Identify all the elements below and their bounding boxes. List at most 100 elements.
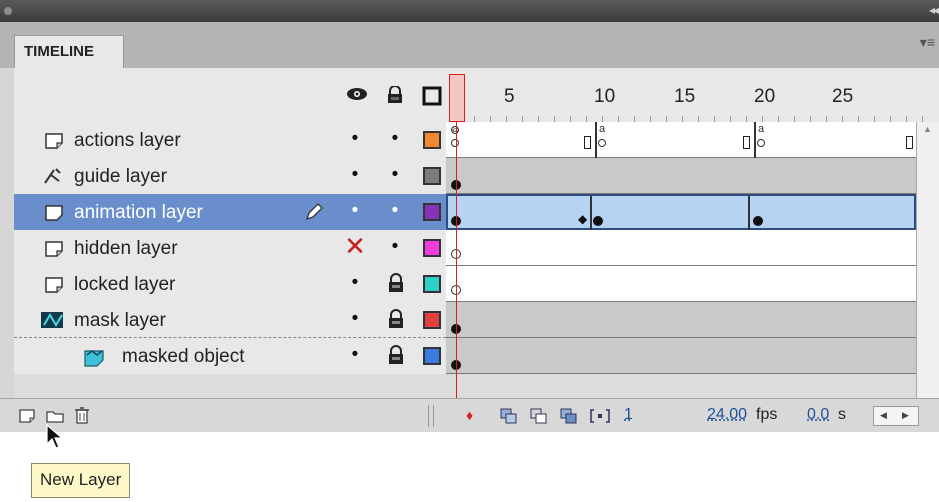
seconds-label: s (838, 406, 846, 423)
lock-icon[interactable] (387, 345, 405, 365)
panel-titlebar[interactable]: ◂◂ (0, 0, 939, 22)
timeline-header: 1 5 10 15 20 25 (14, 68, 939, 122)
frame-track[interactable]: a a a (446, 122, 916, 158)
elapsed-time[interactable]: 0.0 (807, 406, 829, 424)
outline-color-swatch[interactable] (423, 239, 441, 257)
visibility-toggle[interactable]: • (344, 128, 366, 150)
frame-track[interactable] (446, 302, 916, 338)
layer-row-actions[interactable]: actions layer • • a a a (14, 122, 939, 158)
layer-icon (45, 205, 63, 221)
frame-track[interactable] (446, 266, 916, 302)
timeline-panel: ◂◂ TIMELINE ▾≡ 1 5 10 15 20 25 (0, 0, 939, 432)
scroll-left-icon[interactable]: ◀ (880, 410, 887, 421)
layer-icon (45, 277, 63, 293)
tween-marker: ◆ (578, 212, 588, 226)
frame-number: 5 (504, 86, 515, 107)
frame-track[interactable] (446, 230, 916, 266)
outline-color-swatch[interactable] (423, 311, 441, 329)
frame-span-end[interactable] (584, 136, 591, 149)
edit-multiple-frames-icon[interactable] (560, 408, 578, 424)
visibility-toggle[interactable]: • (344, 308, 366, 330)
layer-row-locked[interactable]: locked layer • (14, 266, 939, 302)
lock-icon[interactable] (386, 86, 404, 104)
mask-icon (41, 312, 63, 328)
layer-row-masked-object[interactable]: masked object • (14, 338, 939, 374)
keyframe-boundary (595, 122, 597, 158)
keyframe-empty[interactable] (598, 139, 606, 147)
playhead-line (456, 122, 457, 402)
delete-layer-icon[interactable] (74, 406, 90, 424)
playhead-handle[interactable] (449, 74, 465, 122)
panel-menu-icon[interactable]: ▾≡ (920, 34, 935, 51)
layer-name[interactable]: masked object (122, 346, 245, 368)
pencil-icon (305, 203, 323, 221)
center-frame-icon[interactable]: ♦ (466, 407, 473, 423)
lock-icon[interactable] (387, 309, 405, 329)
scroll-up-icon[interactable]: ▲ (923, 124, 932, 134)
frame-number: 15 (674, 86, 696, 107)
frame-track[interactable] (446, 338, 916, 374)
current-frame[interactable]: 1 (624, 406, 633, 424)
keyframe[interactable] (593, 216, 603, 226)
guide-icon (44, 168, 61, 184)
frame-rate[interactable]: 24.00 (707, 406, 747, 424)
outline-color-swatch[interactable] (423, 203, 441, 221)
timeline-bottom-bar: ♦ 1 24.00 fps 0.0 s ◀ ▶ (0, 398, 939, 432)
outline-color-swatch[interactable] (423, 167, 441, 185)
keyframe-boundary (748, 196, 750, 232)
frame-span-end[interactable] (906, 136, 913, 149)
frame-track[interactable]: ◆ (446, 194, 916, 232)
fps-label: fps (756, 406, 778, 423)
layer-row-animation[interactable]: animation layer • • ◆ (14, 194, 939, 232)
hidden-x-icon[interactable]: ✕ (344, 231, 366, 262)
modify-onion-markers-icon[interactable] (590, 408, 610, 424)
lock-icon[interactable] (387, 273, 405, 293)
empty-row (14, 374, 939, 398)
onion-skin-icon[interactable] (500, 408, 518, 424)
layer-name[interactable]: actions layer (74, 130, 181, 152)
keyframe-empty[interactable] (757, 139, 765, 147)
layer-name[interactable]: mask layer (74, 310, 166, 332)
keyframe[interactable] (753, 216, 763, 226)
frame-track[interactable] (446, 158, 916, 194)
mouse-cursor-icon (46, 423, 64, 449)
layer-row-mask[interactable]: mask layer • (14, 302, 939, 338)
frame-number: 10 (594, 86, 616, 107)
outline-color-swatch[interactable] (423, 347, 441, 365)
outline-icon[interactable] (422, 86, 442, 106)
splitter-handle[interactable] (428, 405, 434, 427)
vertical-scrollbar[interactable]: ▲ ▼ (916, 122, 939, 412)
visibility-toggle[interactable]: • (344, 272, 366, 294)
lock-toggle[interactable]: • (384, 164, 406, 186)
lock-toggle[interactable]: • (384, 128, 406, 150)
new-layer-icon[interactable] (18, 408, 36, 424)
layer-row-hidden[interactable]: hidden layer ✕ • (14, 230, 939, 266)
lock-toggle[interactable]: • (384, 236, 406, 258)
action-label: a (758, 123, 765, 135)
frame-span-end[interactable] (743, 136, 750, 149)
close-icon[interactable] (4, 7, 12, 15)
onion-skin-outlines-icon[interactable] (530, 408, 548, 424)
visibility-toggle[interactable]: • (344, 344, 366, 366)
layer-name[interactable]: hidden layer (74, 238, 178, 260)
outline-color-swatch[interactable] (423, 275, 441, 293)
collapse-icon[interactable]: ◂◂ (929, 3, 939, 17)
lock-toggle[interactable]: • (384, 200, 406, 222)
tab-timeline[interactable]: TIMELINE (14, 35, 124, 68)
eye-icon[interactable] (346, 86, 368, 102)
action-label: a (599, 123, 606, 135)
scroll-right-icon[interactable]: ▶ (902, 410, 909, 421)
frame-number: 25 (832, 86, 854, 107)
horizontal-scroll-buttons[interactable]: ◀ ▶ (873, 406, 919, 426)
frame-ruler[interactable] (458, 111, 928, 122)
keyframe-boundary (590, 196, 592, 232)
layer-name[interactable]: animation layer (74, 202, 203, 224)
visibility-toggle[interactable]: • (344, 164, 366, 186)
outline-color-swatch[interactable] (423, 131, 441, 149)
keyframe-empty[interactable] (451, 139, 459, 147)
layer-row-guide[interactable]: guide layer • • (14, 158, 939, 194)
layer-name[interactable]: guide layer (74, 166, 167, 188)
visibility-toggle[interactable]: • (344, 200, 366, 222)
frame-number: 20 (754, 86, 776, 107)
layer-name[interactable]: locked layer (74, 274, 175, 296)
